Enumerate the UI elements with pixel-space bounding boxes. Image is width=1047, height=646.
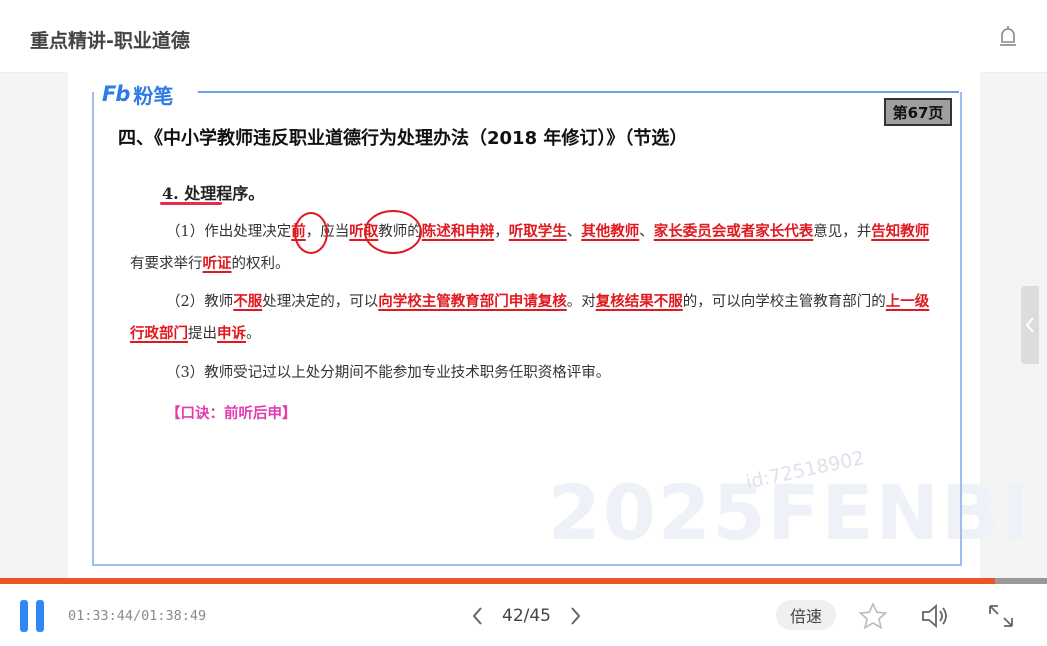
- text: （1）作出处理决定: [166, 224, 292, 240]
- annotation-circle: [364, 210, 422, 254]
- next-page-button[interactable]: [569, 606, 583, 626]
- page-navigation: 42/45: [470, 602, 583, 630]
- speed-button[interactable]: 倍速: [776, 600, 836, 630]
- highlight-text: 不服: [233, 293, 263, 310]
- text: （3）教师受记过以上处分期间不能参加专业技术职务任职资格评审。: [166, 365, 611, 381]
- alarm-bell-icon[interactable]: [999, 26, 1017, 48]
- pause-button[interactable]: [20, 600, 46, 632]
- text: 的，可以向学校主管教育部门的: [682, 294, 886, 310]
- highlight-text: 其他教师: [581, 223, 640, 240]
- prev-page-button[interactable]: [470, 606, 484, 626]
- page-title: 重点精讲-职业道德: [30, 30, 190, 52]
- text: 。: [246, 326, 261, 342]
- highlight-text: 听证: [202, 255, 232, 272]
- text: 提出: [188, 326, 217, 342]
- highlight-text: 家长委员会或者家长代表: [653, 223, 814, 240]
- section-heading: 4. 处理程序。: [162, 184, 265, 203]
- fullscreen-icon[interactable]: [986, 602, 1016, 630]
- text: ，: [494, 224, 509, 240]
- chevron-left-icon: [1025, 317, 1034, 333]
- page-indicator: 42/45: [502, 606, 551, 626]
- star-icon[interactable]: [858, 602, 888, 630]
- highlight-text: 复核结果不服: [595, 293, 683, 310]
- text: （2）教师: [166, 294, 234, 310]
- highlight-text: 申诉: [217, 325, 246, 342]
- highlight-text: 告知教师: [871, 223, 930, 240]
- top-bar: 重点精讲-职业道德: [0, 0, 1047, 73]
- text: 。对: [566, 294, 596, 310]
- volume-icon[interactable]: [920, 602, 950, 630]
- player-controls: 01:33:44/01:38:49 42/45 倍速: [0, 584, 1047, 646]
- highlight-text: 听取学生: [508, 223, 567, 240]
- pause-icon: [36, 600, 44, 632]
- side-panel-toggle[interactable]: [1021, 286, 1039, 364]
- mnemonic-text: 【口诀：前听后申】: [166, 405, 297, 422]
- text: 的权利。: [231, 256, 290, 272]
- logo-text: 粉笔: [133, 83, 174, 108]
- page-number-badge: 第67页: [884, 98, 952, 126]
- text: 、: [639, 224, 654, 240]
- pause-icon: [20, 600, 28, 632]
- text: 、: [566, 224, 582, 240]
- frame-top-line: [198, 91, 959, 93]
- highlight-text: 陈述和申辩: [421, 223, 495, 240]
- fenbi-logo: Fb 粉笔: [102, 82, 174, 108]
- paragraph-1: （1）作出处理决定前，应当听取教师的陈述和申辩，听取学生、其他教师、家长委员会或…: [130, 216, 942, 280]
- text: 处理决定的，可以: [262, 294, 379, 310]
- text: 意见，并: [813, 224, 872, 240]
- annotation-circle: [294, 212, 328, 254]
- paragraph-2: （2）教师不服处理决定的，可以向学校主管教育部门申请复核。对复核结果不服的，可以…: [130, 286, 942, 350]
- heading-underline: [160, 202, 222, 205]
- text: 有要求举行: [130, 256, 203, 272]
- slide-title: 四、《中小学教师违反职业道德行为处理办法（2018 年修订）》（节选）: [118, 128, 688, 149]
- logo-mark: Fb: [102, 82, 130, 106]
- paragraph-3: （3）教师受记过以上处分期间不能参加专业技术职务任职资格评审。: [130, 358, 942, 389]
- slide-stage: 2025FENBI id:72518902 Fb 粉笔 第67页 四、《中小学教…: [68, 72, 1029, 578]
- playback-time: 01:33:44/01:38:49: [68, 608, 207, 624]
- highlight-text: 向学校主管教育部门申请复核: [378, 293, 567, 310]
